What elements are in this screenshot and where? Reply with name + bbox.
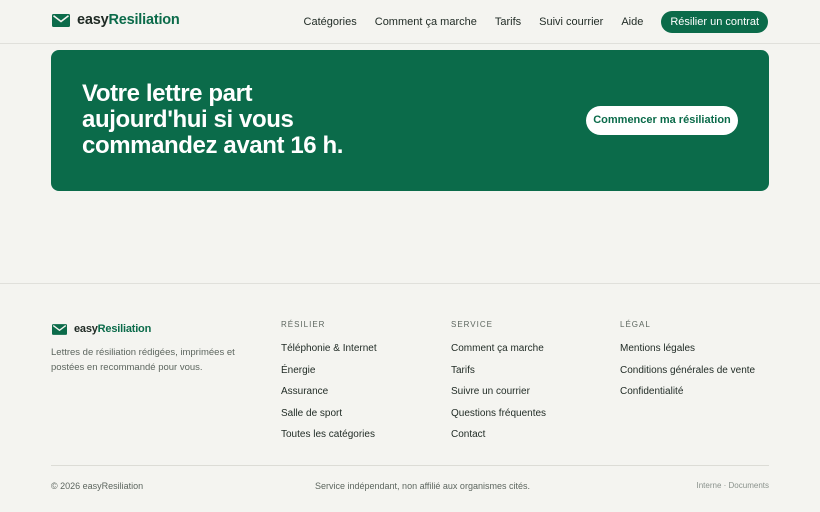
brand-name-part1: easy bbox=[77, 12, 109, 28]
main-nav: Catégories Comment ça marche Tarifs Suiv… bbox=[304, 11, 768, 33]
footer-link-telephonie[interactable]: Téléphonie & Internet bbox=[281, 338, 377, 360]
footer-column-resilier: RÉSILIER Téléphonie & Internet Énergie A… bbox=[281, 320, 377, 446]
footer-column-legal: LÉGAL Mentions légales Conditions généra… bbox=[620, 320, 755, 403]
footer-link-internal[interactable]: Interne bbox=[696, 481, 721, 490]
cta-banner: Votre lettre part aujourd'hui si vous co… bbox=[51, 50, 769, 191]
footer-link-documents[interactable]: Documents bbox=[729, 481, 769, 490]
nav-item-categories[interactable]: Catégories bbox=[304, 11, 357, 33]
brand-logo[interactable]: easyResiliation bbox=[52, 12, 180, 28]
footer-link-salle-de-sport[interactable]: Salle de sport bbox=[281, 403, 377, 425]
footer-link-how-it-works[interactable]: Comment ça marche bbox=[451, 338, 546, 360]
footer-brand-logo[interactable]: easyResiliation bbox=[52, 323, 151, 335]
nav-item-help[interactable]: Aide bbox=[621, 11, 643, 33]
footer-brand-name-part2: Resiliation bbox=[97, 323, 152, 335]
cancel-contract-button[interactable]: Résilier un contrat bbox=[661, 11, 768, 33]
footer-link-terms[interactable]: Conditions générales de vente bbox=[620, 360, 755, 382]
copyright-text: © 2026 easyResiliation bbox=[51, 481, 144, 491]
footer-brand-name: easyResiliation bbox=[74, 323, 151, 335]
envelope-icon bbox=[52, 323, 67, 335]
link-separator: · bbox=[723, 481, 727, 490]
disclaimer-text: Service indépendant, non affilié aux org… bbox=[315, 481, 530, 491]
footer-brand-name-part1: easy bbox=[74, 323, 98, 335]
footer-link-pricing[interactable]: Tarifs bbox=[451, 360, 546, 382]
start-cancellation-button[interactable]: Commencer ma résiliation bbox=[586, 106, 738, 135]
footer-divider bbox=[51, 465, 769, 466]
banner-title: Votre lettre part aujourd'hui si vous co… bbox=[82, 80, 344, 159]
footer-column-heading: SERVICE bbox=[451, 320, 493, 329]
footer-column-heading: RÉSILIER bbox=[281, 320, 326, 329]
envelope-icon bbox=[52, 13, 70, 27]
footer-link-energie[interactable]: Énergie bbox=[281, 360, 377, 382]
nav-item-tracking[interactable]: Suivi courrier bbox=[539, 11, 603, 33]
nav-item-pricing[interactable]: Tarifs bbox=[495, 11, 521, 33]
site-footer: easyResiliation Lettres de résiliation r… bbox=[0, 283, 820, 512]
footer-link-track-mail[interactable]: Suivre un courrier bbox=[451, 381, 546, 403]
footer-link-assurance[interactable]: Assurance bbox=[281, 381, 377, 403]
footer-link-all-categories[interactable]: Toutes les catégories bbox=[281, 424, 377, 446]
footer-link-contact[interactable]: Contact bbox=[451, 424, 546, 446]
footer-description: Lettres de résiliation rédigées, imprimé… bbox=[51, 347, 235, 373]
footer-link-legal-notice[interactable]: Mentions légales bbox=[620, 338, 755, 360]
brand-name: easyResiliation bbox=[77, 12, 180, 28]
footer-column-service: SERVICE Comment ça marche Tarifs Suivre … bbox=[451, 320, 546, 446]
footer-link-faq[interactable]: Questions fréquentes bbox=[451, 403, 546, 425]
footer-small-links: Interne · Documents bbox=[696, 481, 769, 490]
brand-name-part2: Resiliation bbox=[108, 12, 180, 28]
nav-item-how-it-works[interactable]: Comment ça marche bbox=[375, 11, 477, 33]
site-header: easyResiliation Catégories Comment ça ma… bbox=[0, 0, 820, 44]
footer-link-privacy[interactable]: Confidentialité bbox=[620, 381, 755, 403]
footer-column-heading: LÉGAL bbox=[620, 320, 651, 329]
